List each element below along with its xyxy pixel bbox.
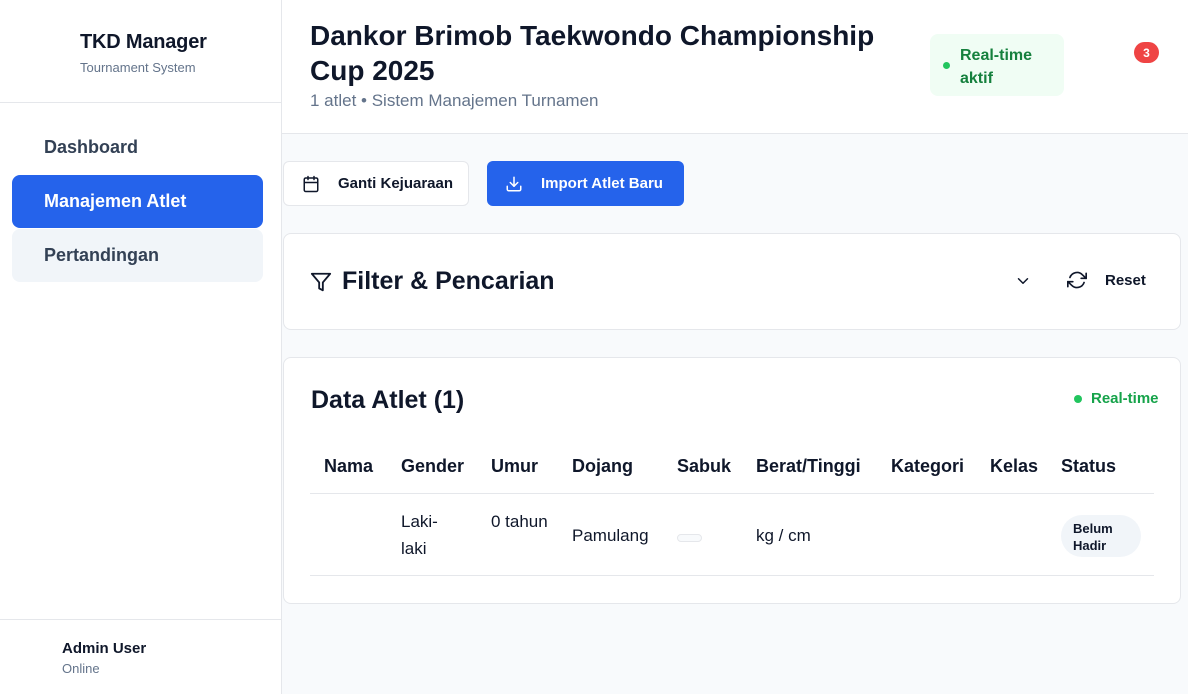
column-header-berat-tinggi[interactable]: Berat/Tinggi (756, 456, 861, 477)
brand-title: TKD Manager (80, 31, 207, 53)
page-title: Dankor Brimob Taekwondo Championship Cup… (310, 20, 875, 86)
change-championship-button[interactable]: Ganti Kejuaraan (283, 161, 469, 206)
change-championship-label: Ganti Kejuaraan (338, 175, 454, 192)
user-status: Online (62, 661, 100, 676)
column-header-nama[interactable]: Nama (324, 456, 373, 477)
status-badge: Belum Hadir (1061, 515, 1141, 557)
column-header-dojang[interactable]: Dojang (572, 456, 633, 477)
cell-gender: Laki-laki (401, 512, 438, 558)
realtime-status-badge: Real-time aktif (930, 34, 1064, 96)
sidebar-divider (0, 102, 281, 103)
reset-button[interactable]: Reset (1067, 270, 1146, 290)
cell-umur: 0 tahun (491, 512, 548, 531)
filter-card: Filter & Pencarian Reset (283, 233, 1181, 330)
filter-icon (310, 271, 332, 293)
realtime-status-text: Real-time aktif (960, 47, 1033, 87)
filter-heading: Filter & Pencarian (310, 267, 555, 296)
athlete-realtime-indicator: Real-time (1074, 390, 1159, 407)
refresh-icon (1067, 270, 1087, 290)
athlete-data-card: Data Atlet (1) Real-time Nama Gender Umu… (283, 357, 1181, 604)
sidebar-item-pertandingan[interactable]: Pertandingan (12, 229, 263, 282)
filter-title: Filter & Pencarian (342, 267, 555, 295)
realtime-dot-icon (1074, 394, 1082, 403)
sidebar: TKD Manager Tournament System Dashboard … (0, 0, 282, 694)
sidebar-nav: Dashboard Manajemen Atlet Pertandingan (12, 121, 263, 283)
download-icon (505, 175, 523, 193)
column-header-umur[interactable]: Umur (491, 456, 538, 477)
belt-badge (677, 534, 702, 542)
sidebar-item-dashboard[interactable]: Dashboard (12, 121, 263, 174)
athlete-realtime-label: Real-time (1091, 390, 1159, 407)
page-header: Dankor Brimob Taekwondo Championship Cup… (282, 0, 1188, 134)
chevron-down-icon[interactable] (1014, 272, 1032, 290)
column-header-kategori[interactable]: Kategori (891, 456, 964, 477)
notification-badge[interactable]: 3 (1134, 42, 1159, 63)
cell-dojang: Pamulang (572, 526, 649, 545)
table-row-divider (310, 575, 1154, 576)
column-header-sabuk[interactable]: Sabuk (677, 456, 731, 477)
column-header-kelas[interactable]: Kelas (990, 456, 1038, 477)
athlete-data-title: Data Atlet (1) (311, 386, 465, 414)
cell-berat-tinggi: kg / cm (756, 526, 811, 545)
realtime-dot-icon (943, 62, 950, 69)
import-athletes-button[interactable]: Import Atlet Baru (487, 161, 684, 206)
brand: TKD Manager Tournament System (80, 31, 207, 75)
sidebar-item-manajemen-atlet[interactable]: Manajemen Atlet (12, 175, 263, 228)
page-subtitle: 1 atlet • Sistem Manajemen Turnamen (310, 91, 599, 110)
calendar-icon (302, 175, 320, 193)
brand-subtitle: Tournament System (80, 60, 196, 75)
user-name: Admin User (62, 640, 147, 657)
user-profile[interactable]: Admin User Online (62, 640, 146, 676)
import-athletes-label: Import Atlet Baru (541, 175, 663, 192)
sidebar-bottom-divider (0, 619, 281, 620)
reset-label: Reset (1105, 271, 1146, 289)
table-header-divider (310, 493, 1154, 494)
column-header-status[interactable]: Status (1061, 456, 1116, 477)
column-header-gender[interactable]: Gender (401, 456, 464, 477)
